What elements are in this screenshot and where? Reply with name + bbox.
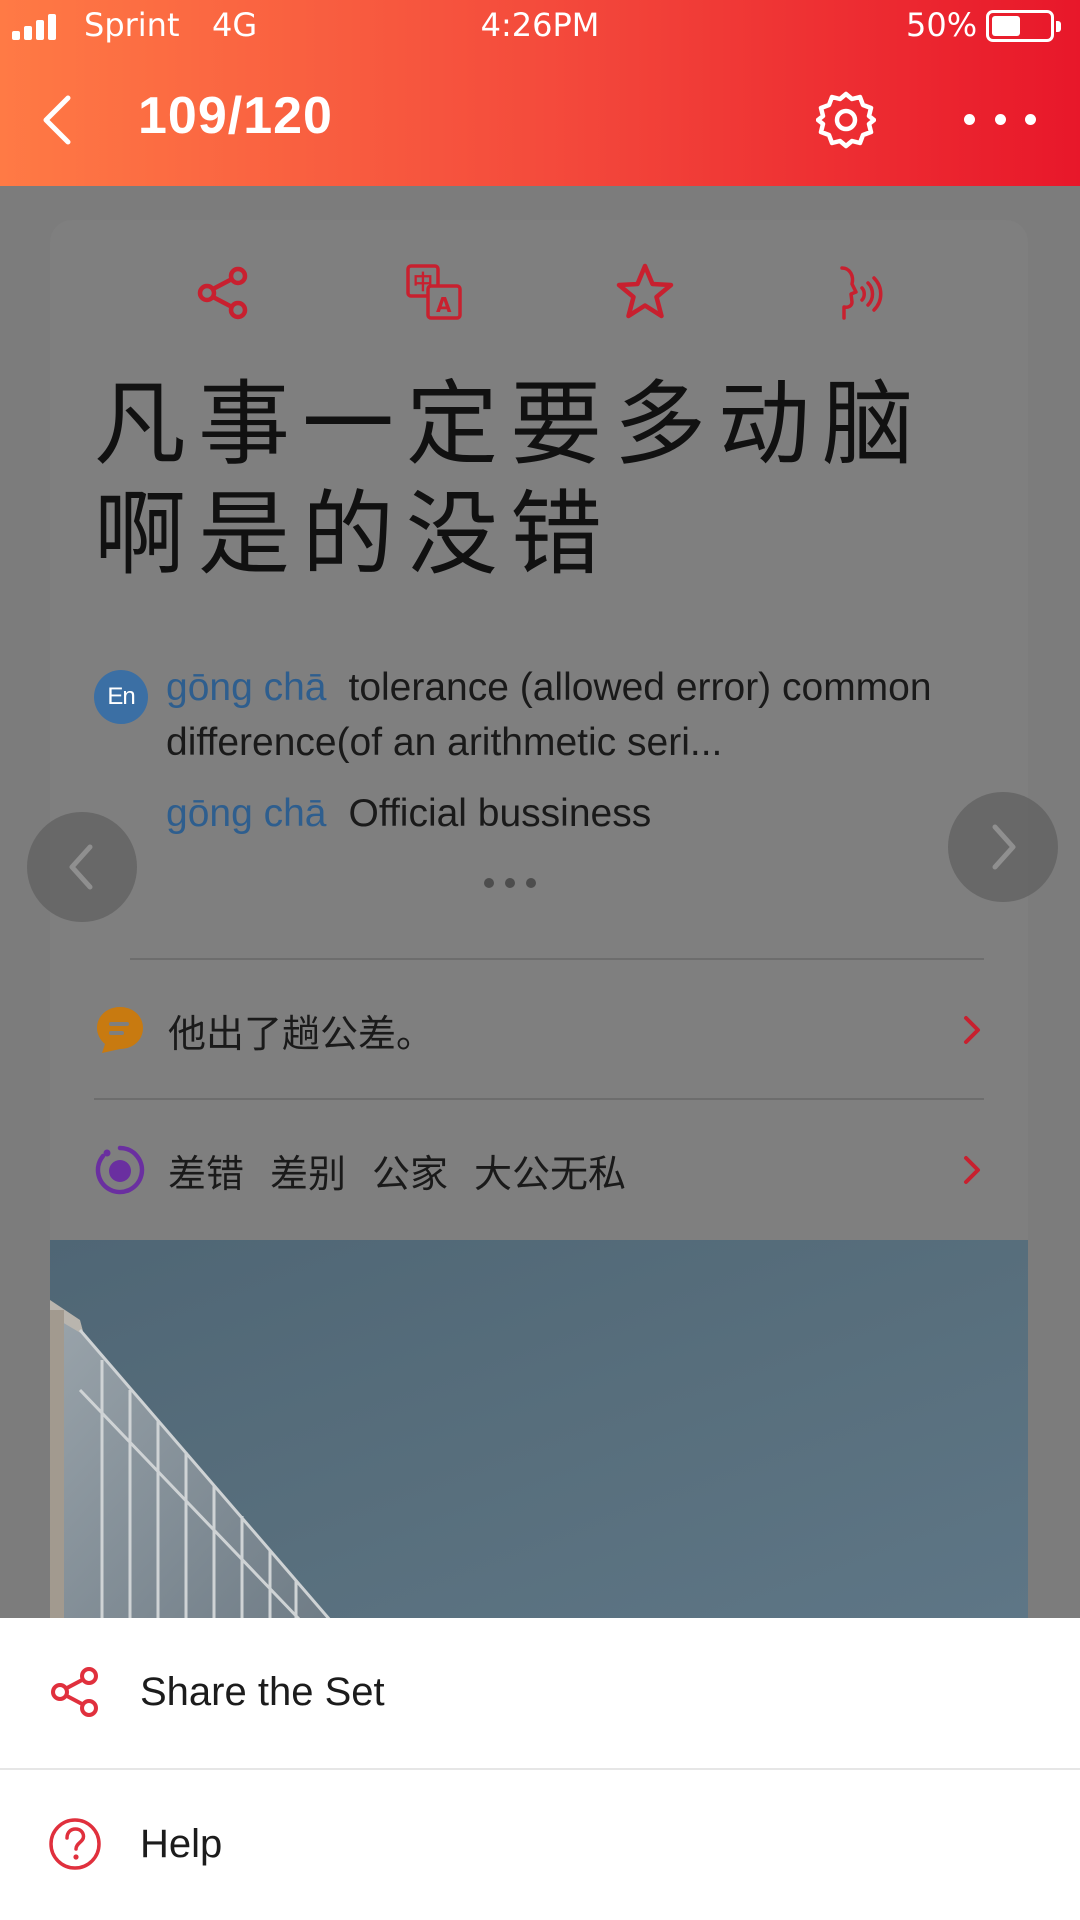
- example-sentence-row[interactable]: 他出了趟公差。: [94, 980, 984, 1080]
- english-badge-icon: En: [94, 670, 148, 724]
- related-word[interactable]: 差别: [270, 1152, 346, 1196]
- more-dot: [526, 878, 536, 888]
- more-button[interactable]: [964, 96, 1036, 142]
- related-word[interactable]: 差错: [168, 1152, 244, 1196]
- more-dot: [484, 878, 494, 888]
- headword: 凡事一定要多动脑啊是的没错: [94, 371, 927, 588]
- speak-icon: [840, 266, 883, 320]
- translate-icon: 中 A: [406, 264, 462, 320]
- share-icon: [197, 266, 248, 320]
- app-header: Sprint 4G 4:26PM 50% 109/120: [0, 0, 1080, 186]
- share-button[interactable]: [188, 258, 258, 328]
- related-words-row[interactable]: 差错 差别 公家 大公无私: [94, 1120, 984, 1220]
- chevron-left-icon: [69, 844, 93, 890]
- share-set-item[interactable]: Share the Set: [0, 1618, 1080, 1766]
- share-icon: [51, 1667, 98, 1717]
- expand-definitions-button[interactable]: [484, 878, 536, 890]
- definition-item: gōng chā tolerance (allowed error) common…: [166, 660, 1016, 770]
- status-bar: Sprint 4G 4:26PM 50%: [0, 0, 1080, 50]
- share-set-label: Share the Set: [140, 1669, 385, 1714]
- related-words-list: 差错 差别 公家 大公无私: [168, 1143, 652, 1198]
- speak-button[interactable]: [824, 258, 894, 328]
- divider: [130, 958, 984, 960]
- translate-button[interactable]: 中 A: [400, 258, 470, 328]
- card-action-bar: 中 A: [50, 258, 1028, 328]
- help-label: Help: [140, 1821, 223, 1866]
- chevron-left-icon: [43, 95, 71, 145]
- speech-bubble-icon: [97, 1007, 143, 1053]
- battery-level: [992, 16, 1020, 36]
- previous-card-button[interactable]: [27, 812, 137, 922]
- page-counter: 109/120: [138, 87, 333, 145]
- help-circle-icon: [49, 1818, 101, 1870]
- chevron-right-icon: [964, 1156, 980, 1184]
- related-words-icon: [95, 1145, 145, 1195]
- action-sheet: Share the Set Help: [0, 1618, 1080, 1920]
- chevron-right-icon: [992, 824, 1016, 870]
- more-dot: [994, 113, 1006, 125]
- gear-icon: [815, 91, 877, 149]
- next-card-button[interactable]: [948, 792, 1058, 902]
- definition-item: gōng chā Official bussiness: [166, 786, 1016, 841]
- definition-gloss: Official bussiness: [348, 792, 652, 835]
- building-illustration: [50, 1300, 332, 1620]
- battery-icon: [986, 10, 1061, 42]
- related-word[interactable]: 大公无私: [474, 1152, 626, 1196]
- help-item[interactable]: Help: [0, 1770, 1080, 1918]
- divider: [94, 1098, 984, 1100]
- pinyin: gōng chā: [166, 792, 327, 835]
- back-button[interactable]: [38, 92, 88, 152]
- battery-percent: 50%: [906, 6, 978, 44]
- favorite-button[interactable]: [610, 258, 680, 328]
- more-dot: [1025, 113, 1036, 125]
- card-background-photo: [50, 1240, 1028, 1620]
- svg-text:中: 中: [413, 270, 433, 294]
- more-dot: [964, 113, 975, 125]
- chevron-right-icon: [964, 1016, 980, 1044]
- star-icon: [616, 263, 674, 319]
- more-dot: [505, 878, 515, 888]
- settings-button[interactable]: [815, 90, 877, 150]
- pinyin: gōng chā: [166, 666, 327, 709]
- svg-text:A: A: [436, 293, 452, 317]
- example-sentence: 他出了趟公差。: [168, 1011, 435, 1056]
- related-word[interactable]: 公家: [372, 1152, 448, 1196]
